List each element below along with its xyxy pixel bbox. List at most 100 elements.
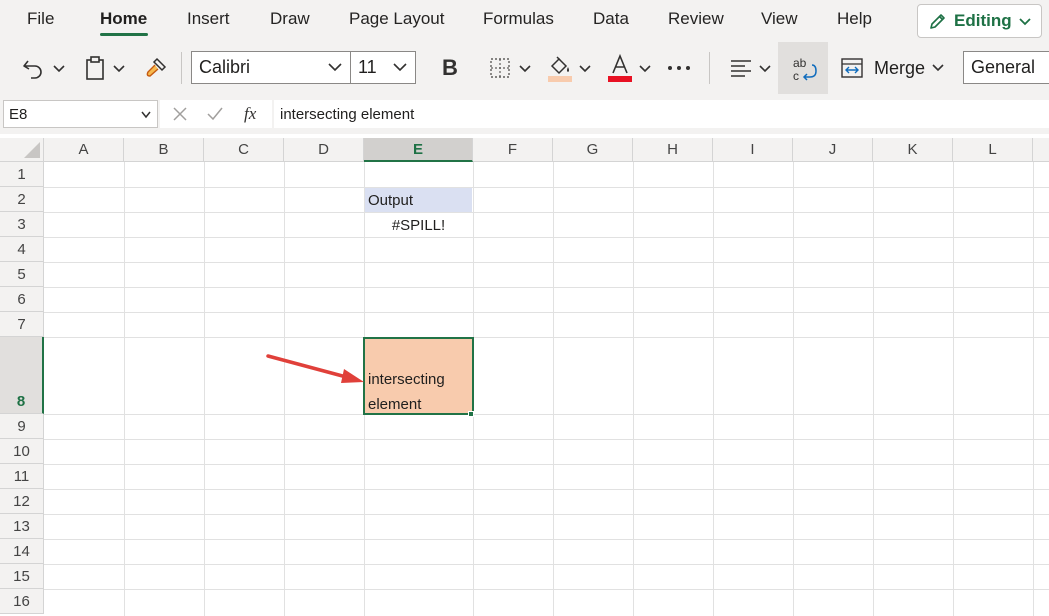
font-name-dropdown[interactable]: Calibri — [191, 51, 351, 84]
column-header-a[interactable]: A — [44, 138, 124, 162]
more-options-button[interactable] — [664, 54, 694, 82]
font-size-dropdown[interactable]: 11 — [350, 51, 416, 84]
number-format-value: General — [971, 57, 1036, 77]
gridline — [44, 539, 1049, 540]
menu-review[interactable]: Review — [668, 9, 724, 29]
chevron-down-icon — [328, 63, 342, 72]
merge-icon-button[interactable] — [838, 54, 866, 82]
gridline — [44, 489, 1049, 490]
paste-button[interactable] — [82, 54, 108, 82]
row-header-6[interactable]: 6 — [0, 287, 44, 312]
merge-cells-icon — [841, 58, 863, 78]
paint-bucket-icon — [548, 56, 572, 82]
editing-mode-button[interactable]: Editing — [917, 4, 1042, 38]
gridline — [953, 162, 954, 616]
row-header-12[interactable]: 12 — [0, 489, 44, 514]
row-header-14[interactable]: 14 — [0, 539, 44, 564]
column-header-i[interactable]: I — [713, 138, 793, 162]
fill-handle[interactable] — [468, 411, 474, 417]
column-header-h[interactable]: H — [633, 138, 713, 162]
select-all-corner[interactable] — [0, 138, 44, 162]
number-format-dropdown[interactable]: General — [963, 51, 1049, 84]
merge-label: Merge — [874, 57, 926, 78]
paste-dropdown-icon[interactable] — [112, 64, 126, 74]
row-header-3[interactable]: 3 — [0, 212, 44, 237]
row-header-11[interactable]: 11 — [0, 464, 44, 489]
align-button[interactable] — [726, 54, 756, 82]
annotation-arrow-icon — [266, 354, 364, 383]
svg-text:ab: ab — [793, 56, 807, 70]
wrap-text-button[interactable]: ab c — [778, 42, 828, 94]
column-header-j[interactable]: J — [793, 138, 873, 162]
row-header-5[interactable]: 5 — [0, 262, 44, 287]
cell-e3[interactable]: #SPILL! — [365, 213, 472, 237]
column-header-d[interactable]: D — [284, 138, 364, 162]
menu-formulas[interactable]: Formulas — [483, 9, 554, 29]
column-header-k[interactable]: K — [873, 138, 953, 162]
align-dropdown-icon[interactable] — [758, 64, 772, 74]
row-header-13[interactable]: 13 — [0, 514, 44, 539]
more-icon — [668, 66, 690, 70]
gridline — [284, 162, 285, 616]
column-header-b[interactable]: B — [124, 138, 204, 162]
menu-insert[interactable]: Insert — [187, 9, 230, 29]
wrap-text-icon: ab c — [793, 56, 817, 83]
font-color-button[interactable] — [606, 52, 634, 84]
row-header-2[interactable]: 2 — [0, 187, 44, 212]
menu-data[interactable]: Data — [593, 9, 629, 29]
chevron-down-icon — [141, 111, 151, 119]
insert-function-button[interactable]: fx — [244, 104, 256, 124]
row-header-4[interactable]: 4 — [0, 237, 44, 262]
chevron-down-icon — [1018, 18, 1031, 26]
bold-button[interactable]: B — [436, 52, 464, 84]
name-box[interactable]: E8 — [3, 100, 158, 128]
formula-bar: E8 fx intersecting element — [0, 96, 1049, 134]
undo-dropdown-icon[interactable] — [52, 64, 66, 74]
font-name-value: Calibri — [199, 57, 251, 77]
column-header-l[interactable]: L — [953, 138, 1033, 162]
font-color-dropdown-icon[interactable] — [638, 64, 652, 74]
menu-help[interactable]: Help — [837, 9, 872, 29]
menu-home[interactable]: Home — [100, 9, 147, 29]
borders-dropdown-icon[interactable] — [518, 64, 532, 74]
menu-file[interactable]: File — [27, 9, 54, 29]
ribbon-divider — [181, 52, 182, 84]
gridline — [44, 337, 1049, 338]
gridline — [44, 464, 1049, 465]
menu-view[interactable]: View — [761, 9, 798, 29]
row-header-8[interactable]: 8 — [0, 337, 44, 414]
paintbrush-icon — [146, 57, 167, 77]
cell-e2[interactable]: Output — [365, 188, 472, 212]
menu-page-layout[interactable]: Page Layout — [349, 9, 444, 29]
merge-dropdown[interactable]: Merge — [874, 54, 958, 82]
ribbon-toolbar: Calibri 11 B ab c Merge General — [0, 40, 1049, 96]
row-header-1[interactable]: 1 — [0, 162, 44, 187]
gridline — [873, 162, 874, 616]
row-header-9[interactable]: 9 — [0, 414, 44, 439]
fill-color-button[interactable] — [546, 52, 574, 84]
enter-check-icon[interactable] — [206, 106, 224, 122]
gridline — [44, 312, 1049, 313]
cancel-icon[interactable] — [172, 106, 188, 122]
column-header-g[interactable]: G — [553, 138, 633, 162]
gridline — [1033, 162, 1034, 616]
gridline — [44, 589, 1049, 590]
menu-draw[interactable]: Draw — [270, 9, 310, 29]
undo-icon — [23, 60, 42, 79]
borders-button[interactable] — [486, 54, 514, 82]
column-header-c[interactable]: C — [204, 138, 284, 162]
row-header-10[interactable]: 10 — [0, 439, 44, 464]
row-header-16[interactable]: 16 — [0, 589, 44, 614]
column-header-e[interactable]: E — [364, 138, 473, 162]
fill-color-dropdown-icon[interactable] — [578, 64, 592, 74]
chevron-down-icon — [932, 64, 944, 72]
row-header-7[interactable]: 7 — [0, 312, 44, 337]
row-header-15[interactable]: 15 — [0, 564, 44, 589]
column-header-f[interactable]: F — [473, 138, 553, 162]
editing-label: Editing — [954, 11, 1012, 30]
formula-input[interactable]: intersecting element — [274, 100, 1049, 128]
format-painter-button[interactable] — [142, 54, 170, 82]
undo-button[interactable] — [18, 54, 48, 82]
cell-e8-selected[interactable]: intersecting element — [363, 337, 474, 415]
column-header-m[interactable] — [1033, 138, 1049, 162]
